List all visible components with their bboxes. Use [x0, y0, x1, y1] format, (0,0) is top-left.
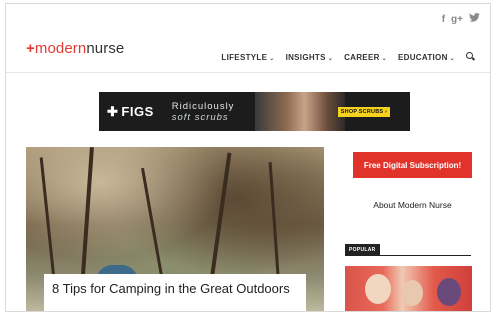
- plus-icon: ✚: [107, 103, 119, 119]
- google-plus-icon[interactable]: g+: [451, 14, 463, 26]
- about-link[interactable]: About Modern Nurse: [352, 200, 473, 210]
- main-nav: LIFESTYLE ⌄ INSIGHTS ⌄ CAREER ⌄ EDUCATION ⌄: [221, 52, 476, 62]
- social-links: f g+: [442, 13, 480, 26]
- featured-article[interactable]: 8 Tips for Camping in the Great Outdoors: [26, 147, 324, 311]
- nav-label: EDUCATION: [398, 52, 448, 62]
- twitter-icon[interactable]: [469, 13, 480, 26]
- site-logo[interactable]: +modernnurse: [26, 40, 124, 57]
- popular-article-thumbnail[interactable]: [345, 266, 472, 311]
- browser-viewport: f g+ +modernnurse LIFESTYLE ⌄ INSIGHTS ⌄ C…: [5, 3, 491, 312]
- chevron-down-icon: ⌄: [449, 55, 455, 62]
- ad-tagline-line1: Ridiculously: [171, 100, 235, 112]
- logo-modern: modern: [34, 40, 87, 57]
- popular-section-header: POPULAR: [345, 244, 471, 256]
- chevron-down-icon: ⌄: [269, 55, 275, 62]
- ad-model-photo: [255, 92, 345, 131]
- nav-item-career[interactable]: CAREER ⌄: [344, 53, 387, 62]
- popular-label: POPULAR: [345, 244, 380, 256]
- shop-scrubs-button[interactable]: SHOP SCRUBS ›: [337, 107, 390, 117]
- nav-item-lifestyle[interactable]: LIFESTYLE ⌄: [221, 53, 274, 62]
- person-figure: [365, 274, 391, 304]
- chevron-down-icon: ⌄: [327, 55, 334, 62]
- facebook-icon[interactable]: f: [442, 14, 445, 26]
- logo-plus: +: [26, 40, 35, 57]
- person-figure: [437, 278, 461, 306]
- featured-article-title[interactable]: 8 Tips for Camping in the Great Outdoors: [52, 281, 298, 297]
- header-divider: [6, 72, 490, 73]
- logo-nurse: nurse: [86, 40, 125, 57]
- search-icon[interactable]: [466, 52, 476, 62]
- free-subscription-button[interactable]: Free Digital Subscription!: [353, 152, 472, 178]
- nav-label: INSIGHTS: [285, 52, 326, 62]
- nav-label: LIFESTYLE: [221, 52, 268, 62]
- ad-brand-name: FIGS: [121, 104, 154, 119]
- figs-ad-banner[interactable]: ✚ FIGS Ridiculously soft scrubs SHOP SCR…: [99, 92, 410, 131]
- person-figure: [401, 280, 423, 306]
- ad-tagline: Ridiculously soft scrubs: [172, 101, 235, 123]
- nav-label: CAREER: [344, 52, 380, 62]
- ad-tagline-line2: soft scrubs: [171, 111, 229, 123]
- nav-item-insights[interactable]: INSIGHTS ⌄: [286, 53, 334, 62]
- nav-item-education[interactable]: EDUCATION ⌄: [398, 53, 455, 62]
- chevron-down-icon: ⌄: [381, 55, 387, 62]
- featured-article-caption: 8 Tips for Camping in the Great Outdoors: [44, 274, 306, 311]
- ad-brand: ✚ FIGS: [107, 104, 154, 120]
